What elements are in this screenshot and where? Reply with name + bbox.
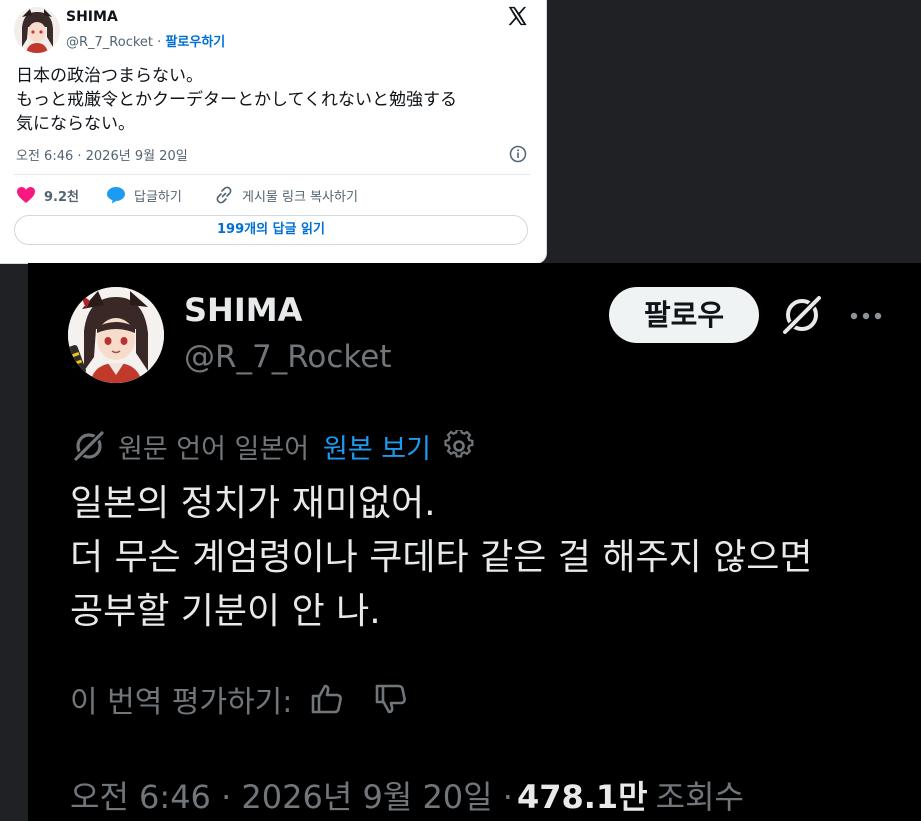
divider [14, 174, 530, 175]
follow-button[interactable]: 팔로우 [609, 287, 759, 343]
rate-translation-row: 이 번역 평가하기: [70, 679, 408, 720]
embed-text-line: 気にならない。 [16, 114, 135, 134]
post-author-handle[interactable]: @R_7_Rocket [184, 339, 392, 375]
dark-post-panel: SHIMA @R_7_Rocket 팔로우 원문 언어 일본어 원본 보기 일본… [28, 263, 921, 821]
embed-follow-link[interactable]: 팔로우하기 [165, 35, 225, 50]
embed-author-handle[interactable]: @R_7_Rocket [66, 35, 153, 50]
gear-icon[interactable] [443, 430, 475, 462]
embed-avatar[interactable] [14, 7, 60, 53]
embed-text-line: 日本の政治つまらない。 [16, 66, 203, 86]
separator-dot: · [157, 35, 162, 50]
post-timestamp[interactable]: 오전 6:46 · 2026년 9월 20일 · [70, 772, 513, 818]
view-count-label: 조회수 [655, 778, 744, 816]
post-avatar[interactable] [68, 287, 164, 383]
more-dots-icon[interactable] [848, 301, 884, 331]
post-text-line: 일본의 정치가 재미없어. [70, 483, 436, 524]
embed-tweet-text: 日本の政治つまらない。 もっと戒厳令とかクーデターとかしてくれないと勉強する 気… [16, 64, 536, 136]
grok-icon[interactable] [780, 293, 824, 337]
grok-icon [72, 429, 106, 463]
embed-text-line: もっと戒厳令とかクーデターとかしてくれないと勉強する [16, 90, 457, 110]
view-original-link[interactable]: 원본 보기 [323, 427, 431, 466]
like-action[interactable]: 9.2천 [16, 184, 79, 206]
embedded-tweet-card: SHIMA @R_7_Rocket · 팔로우하기 日本の政治つまらない。 もっ… [0, 0, 546, 263]
rate-translation-label: 이 번역 평가하기: [70, 685, 293, 720]
embed-author-name[interactable]: SHIMA [66, 9, 118, 25]
translation-label: 원문 언어 일본어 [118, 433, 310, 465]
link-icon [216, 186, 232, 204]
heart-icon [17, 187, 35, 203]
like-count: 9.2천 [44, 189, 79, 205]
x-logo-icon[interactable] [506, 5, 528, 27]
reply-bubble-icon [107, 187, 125, 204]
thumbs-up-icon[interactable] [310, 682, 344, 716]
copy-link-label: 게시물 링크 복사하기 [242, 189, 358, 205]
translation-row: 원문 언어 일본어 원본 보기 [72, 426, 475, 466]
post-text-line: 공부할 기분이 안 나. [70, 591, 381, 632]
reply-label: 답글하기 [134, 189, 182, 205]
embed-handle-row: @R_7_Rocket · 팔로우하기 [66, 31, 225, 50]
post-meta-row: 오전 6:46 · 2026년 9월 20일 · 478.1만 조회수 [70, 773, 744, 817]
post-author-name[interactable]: SHIMA [184, 291, 302, 329]
info-icon[interactable] [509, 145, 527, 163]
reply-action[interactable]: 답글하기 [106, 184, 182, 206]
post-text-line: 더 무슨 계엄령이나 쿠데타 같은 걸 해주지 않으면 [70, 537, 813, 578]
translated-post-text: 일본의 정치가 재미없어. 더 무슨 계엄령이나 쿠데타 같은 걸 해주지 않으… [70, 477, 910, 639]
read-replies-button[interactable]: 199개의 답글 읽기 [14, 215, 528, 245]
thumbs-down-icon[interactable] [374, 682, 408, 716]
embed-timestamp[interactable]: 오전 6:46 · 2026년 9월 20일 [16, 145, 188, 164]
copy-link-action[interactable]: 게시물 링크 복사하기 [214, 184, 358, 206]
view-count: 478.1만 [516, 778, 648, 816]
